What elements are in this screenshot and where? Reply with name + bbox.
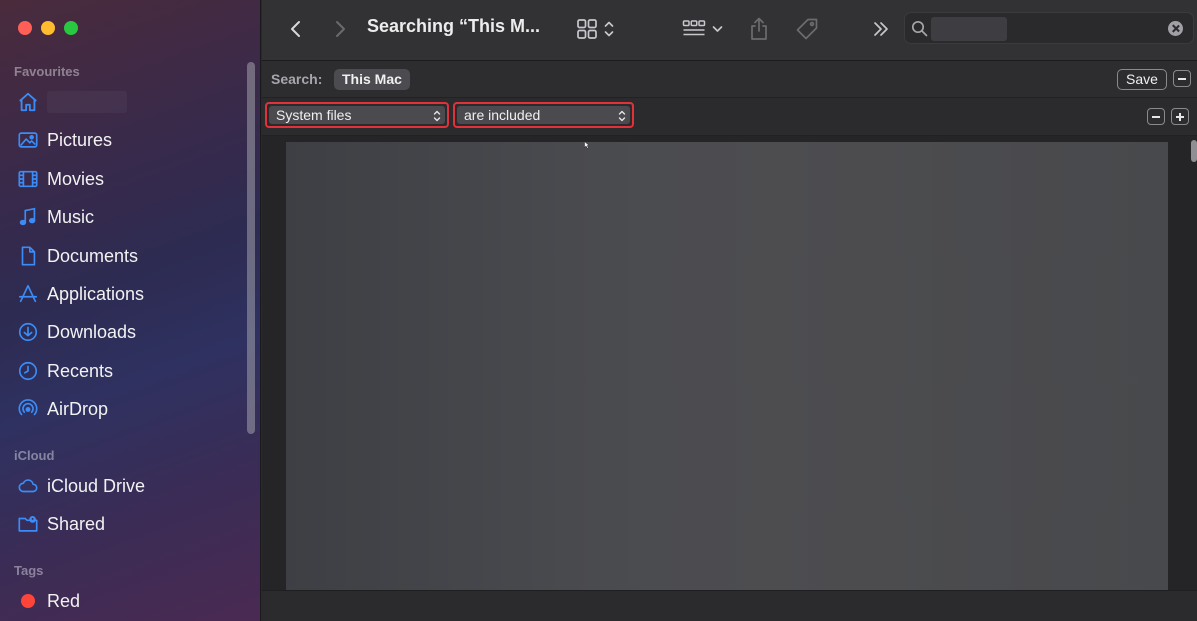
cloud-icon	[16, 474, 40, 498]
download-icon	[16, 320, 40, 344]
remove-criteria-bar-button[interactable]	[1173, 70, 1191, 87]
window-controls	[18, 21, 78, 35]
group-by-button[interactable]	[678, 15, 726, 43]
search-query-text	[931, 17, 1007, 41]
search-results-list[interactable]	[286, 142, 1168, 591]
sidebar: Favourites Pictures Movies Music Documen…	[0, 0, 261, 621]
sidebar-item-icloud-drive[interactable]: iCloud Drive	[16, 471, 241, 501]
document-icon	[16, 244, 40, 268]
sidebar-item-home[interactable]	[16, 87, 241, 117]
double-chevron-right-icon	[872, 21, 890, 37]
sidebar-section-favourites: Favourites	[14, 64, 80, 79]
sidebar-item-downloads[interactable]: Downloads	[16, 317, 241, 347]
path-bar	[262, 590, 1197, 621]
minimize-window-button[interactable]	[41, 21, 55, 35]
sidebar-item-label: Movies	[47, 168, 105, 189]
sidebar-item-label: AirDrop	[47, 398, 109, 419]
search-results-area	[262, 136, 1197, 591]
condition-popup-highlight: are included	[453, 102, 634, 128]
window-title: Searching “This M...	[367, 16, 541, 36]
save-search-button[interactable]: Save	[1117, 69, 1167, 90]
sidebar-item-label: Recents	[47, 360, 114, 381]
sidebar-item-airdrop[interactable]: AirDrop	[16, 394, 241, 424]
attribute-popup[interactable]: System files	[269, 106, 445, 124]
attribute-popup-value: System files	[276, 107, 352, 123]
sidebar-item-label: Red	[47, 590, 81, 611]
sidebar-item-recents[interactable]: Recents	[16, 356, 241, 386]
sidebar-item-pictures[interactable]: Pictures	[16, 125, 241, 155]
tag-button[interactable]	[794, 15, 820, 43]
grid-icon	[576, 18, 598, 40]
film-icon	[16, 167, 40, 191]
sidebar-section-tags: Tags	[14, 563, 44, 578]
sidebar-item-shared[interactable]: Shared	[16, 509, 241, 539]
search-field[interactable]	[904, 12, 1194, 44]
search-scope-bar: Search: This Mac Save	[262, 61, 1197, 98]
chevron-down-icon	[712, 25, 723, 33]
sidebar-item-label: Documents	[47, 245, 139, 266]
tag-icon	[795, 17, 819, 41]
condition-popup[interactable]: are included	[457, 106, 630, 124]
search-icon	[911, 20, 928, 42]
sidebar-item-label: Shared	[47, 513, 106, 534]
sidebar-scrollbar[interactable]	[247, 62, 255, 434]
clear-search-icon[interactable]	[1168, 21, 1183, 36]
sidebar-item-label	[47, 91, 127, 113]
red-tag-icon	[21, 594, 35, 608]
sidebar-item-label: iCloud Drive	[47, 475, 146, 496]
close-window-button[interactable]	[18, 21, 32, 35]
home-icon	[16, 90, 40, 114]
chevron-right-icon	[333, 19, 347, 39]
sidebar-item-label: Applications	[47, 283, 145, 304]
search-criteria-row: System files are included	[262, 98, 1197, 136]
chevron-updown-icon	[618, 109, 626, 126]
mouse-pointer-icon	[584, 136, 590, 154]
search-scope-label: Search:	[271, 71, 323, 87]
forward-button[interactable]	[328, 15, 352, 43]
sidebar-item-documents[interactable]: Documents	[16, 241, 241, 271]
toolbar: Searching “This M...	[262, 0, 1197, 61]
applications-icon	[16, 282, 40, 306]
back-button[interactable]	[284, 15, 308, 43]
airdrop-icon	[16, 397, 40, 421]
attribute-popup-highlight: System files	[265, 102, 449, 128]
shared-folder-icon	[16, 512, 40, 536]
scope-this-mac-button[interactable]: This Mac	[334, 69, 410, 90]
photo-icon	[16, 128, 40, 152]
view-mode-button[interactable]	[570, 15, 620, 43]
sidebar-item-tag-red[interactable]: Red	[16, 586, 241, 616]
chevron-updown-icon	[604, 20, 614, 38]
sidebar-item-movies[interactable]: Movies	[16, 164, 241, 194]
sidebar-item-label: Downloads	[47, 321, 137, 342]
results-scrollbar[interactable]	[1191, 140, 1197, 162]
sidebar-item-label: Music	[47, 206, 95, 227]
clock-icon	[16, 359, 40, 383]
remove-criterion-button[interactable]	[1147, 108, 1165, 125]
add-criterion-button[interactable]	[1171, 108, 1189, 125]
share-button[interactable]	[746, 15, 772, 43]
music-note-icon	[16, 205, 40, 229]
more-toolbar-items-button[interactable]	[870, 15, 892, 43]
zoom-window-button[interactable]	[64, 21, 78, 35]
chevron-left-icon	[289, 19, 303, 39]
sidebar-item-music[interactable]: Music	[16, 202, 241, 232]
share-icon	[749, 17, 769, 41]
chevron-updown-icon	[433, 109, 441, 126]
sidebar-section-icloud: iCloud	[14, 448, 55, 463]
group-icon	[682, 19, 706, 39]
condition-popup-value: are included	[464, 107, 541, 123]
sidebar-item-applications[interactable]: Applications	[16, 279, 241, 309]
sidebar-item-label: Pictures	[47, 129, 113, 150]
